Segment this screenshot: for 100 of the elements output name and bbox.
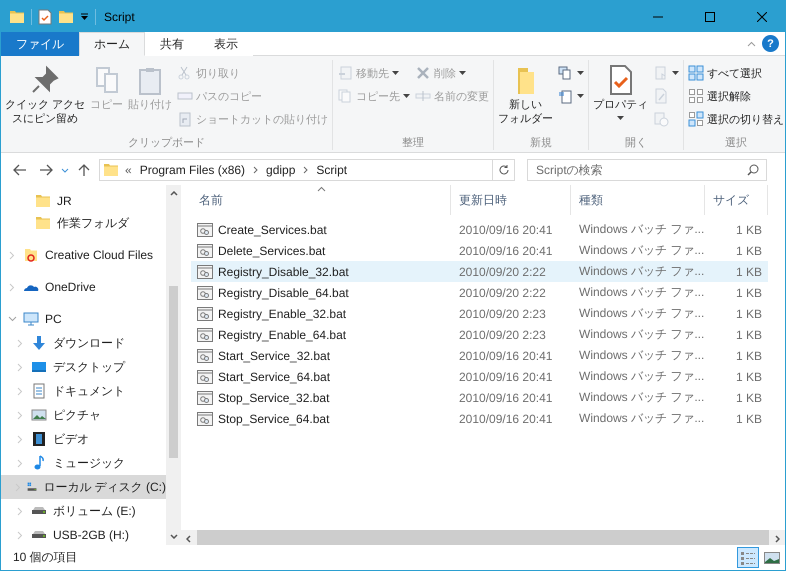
easy-access-icon [558,88,574,104]
ribbon-button[interactable]: 新しい フォルダー [496,62,556,128]
right-caret-icon [775,534,780,542]
nav-item-label: デスクトップ [53,358,125,376]
nav-item-label: USB-2GB (H:) [53,528,130,542]
nav-item[interactable]: ピクチャ [1,403,166,427]
file-row[interactable]: Registry_Disable_32.bat 2010/09/20 2:22 Windows バッチ ファ... 1 KB [191,261,768,282]
file-row[interactable]: Registry_Enable_64.bat 2010/09/20 2:23 Windows バッチ ファ... 1 KB [191,324,768,345]
nav-item[interactable]: ローカル ディスク (C:) [1,475,166,499]
close-icon [757,12,767,22]
nav-item[interactable]: ミュージック [1,451,166,475]
file-name: Registry_Enable_32.bat [218,306,348,320]
ribbon-button[interactable]: 選択解除 [686,85,785,107]
nav-item[interactable]: ボリューム (E:) [1,499,166,523]
group-label: 選択 [725,136,748,150]
nav-item[interactable]: JR [1,189,166,213]
address-bar[interactable]: « Program Files (x86) gdipp Script [99,159,493,181]
folder-icon [103,163,119,177]
nav-item-label: OneDrive [45,280,96,294]
nav-item-label: ミュージック [53,454,125,472]
refresh-button[interactable] [493,159,515,181]
nav-item[interactable]: Creative Cloud Files [1,243,166,267]
scrollbar[interactable] [166,185,181,545]
file-row[interactable]: Create_Services.bat 2010/09/16 20:41 Windows バッチ ファ... 1 KB [191,219,768,240]
table-cell-text: 2010/09/20 2:22 [458,286,547,300]
search-field[interactable]: Scriptの検索 [527,159,767,181]
column-header[interactable]: 名前 [191,185,451,215]
table-cell-text: 1 KB [734,370,763,384]
scrollbar-thumb[interactable] [169,286,178,458]
table-cell-text: 1 KB [734,412,763,426]
nav-item-label: ピクチャ [53,406,101,424]
nav-item[interactable]: PC [1,307,166,331]
chevron-icon[interactable] [253,166,258,174]
batch-file-icon [197,244,213,258]
nav-item[interactable]: 作業フォルダ [1,211,166,235]
maximize-icon [705,12,715,22]
cloud-folder-icon [23,247,39,263]
drive-icon [31,507,47,515]
nav-item[interactable]: OneDrive [1,275,166,299]
table-cell-text: 2010/09/16 20:41 [458,412,554,426]
table-cell-text: Windows バッチ ファ... [578,410,705,427]
file-row[interactable]: Registry_Enable_32.bat 2010/09/20 2:23 Windows バッチ ファ... 1 KB [191,303,768,324]
nav-item[interactable]: USB-2GB (H:) [1,523,166,545]
nav-item[interactable]: ドキュメント [1,379,166,403]
table-cell-text: 1 KB [734,348,763,362]
table-cell-text: 2010/09/20 2:22 [458,264,547,278]
ribbon-button[interactable]: すべて選択 [686,62,785,84]
left-caret-icon [186,534,191,542]
file-row[interactable]: Registry_Disable_64.bat 2010/09/20 2:22 Windows バッチ ファ... 1 KB [191,282,768,303]
search-icon[interactable] [747,164,759,176]
file-row[interactable]: Delete_Services.bat 2010/09/16 20:41 Windows バッチ ファ... 1 KB [191,240,768,261]
file-name: Start_Service_64.bat [218,370,332,384]
rename-icon [415,88,432,104]
group-label: 整理 [402,136,424,150]
file-row[interactable]: Start_Service_32.bat 2010/09/16 20:41 Windows バッチ ファ... 1 KB [191,345,768,366]
file-menu-tab[interactable]: ファイル [1,32,79,56]
file-name: Stop_Service_32.bat [218,390,330,404]
copy-to-icon [337,88,354,104]
overflow-chevron[interactable]: « [125,163,132,177]
table-cell-text: 2010/09/16 20:41 [458,370,554,384]
computer-icon [23,311,39,327]
recent-locations-icon[interactable] [61,168,69,172]
back-arrow-icon [13,164,27,176]
film-icon [31,431,47,447]
table-cell-text: Windows バッチ ファ... [578,389,705,406]
ribbon-button[interactable]: クイック アクセ スにピン留め [3,62,88,128]
ribbon-button[interactable]: 選択の切り替え [686,108,785,130]
down-caret-icon [170,534,178,539]
breadcrumb[interactable]: Program Files (x86) [138,163,248,177]
shortcut-icon [177,111,194,127]
properties-icon[interactable] [38,8,52,24]
nav-item[interactable]: ダウンロード [1,331,166,355]
column-header[interactable]: 更新日時 [451,185,571,215]
batch-file-icon [197,348,213,362]
file-name: Delete_Services.bat [218,244,326,258]
file-name: Registry_Disable_64.bat [218,286,350,300]
file-row[interactable]: Stop_Service_32.bat 2010/09/16 20:41 Windows バッチ ファ... 1 KB [191,387,768,408]
help-button[interactable]: ? [762,35,779,52]
column-header[interactable]: サイズ [705,185,768,215]
table-cell-text: 2010/09/16 20:41 [458,348,554,362]
nav-item-label: ローカル ディスク (C:) [43,478,166,496]
desktop-icon [31,359,47,375]
nav-item[interactable]: ビデオ [1,427,166,451]
delete-icon [415,65,432,81]
table-cell-text: 2010/09/16 20:41 [458,222,554,236]
details-view-button[interactable] [737,547,759,568]
file-row[interactable]: Start_Service_64.bat 2010/09/16 20:41 Windows バッチ ファ... 1 KB [191,366,768,387]
collapse-ribbon-icon[interactable] [747,40,756,46]
ribbon-button[interactable]: プロパティ [591,62,650,122]
chevron-icon[interactable] [303,166,308,174]
file-row[interactable]: Stop_Service_64.bat 2010/09/16 20:41 Windows バッチ ファ... 1 KB [191,408,768,429]
table-cell-text: 2010/09/16 20:41 [458,390,554,404]
ribbon-tab[interactable]: ホーム [79,32,145,56]
nav-item-label: ボリューム (E:) [53,502,136,520]
file-name: Create_Services.bat [218,222,328,236]
breadcrumb[interactable]: Script [314,163,350,177]
customize-caret-icon[interactable] [80,12,89,20]
nav-item[interactable]: デスクトップ [1,355,166,379]
breadcrumb[interactable]: gdipp [264,163,298,177]
column-header[interactable]: 種類 [571,185,705,215]
